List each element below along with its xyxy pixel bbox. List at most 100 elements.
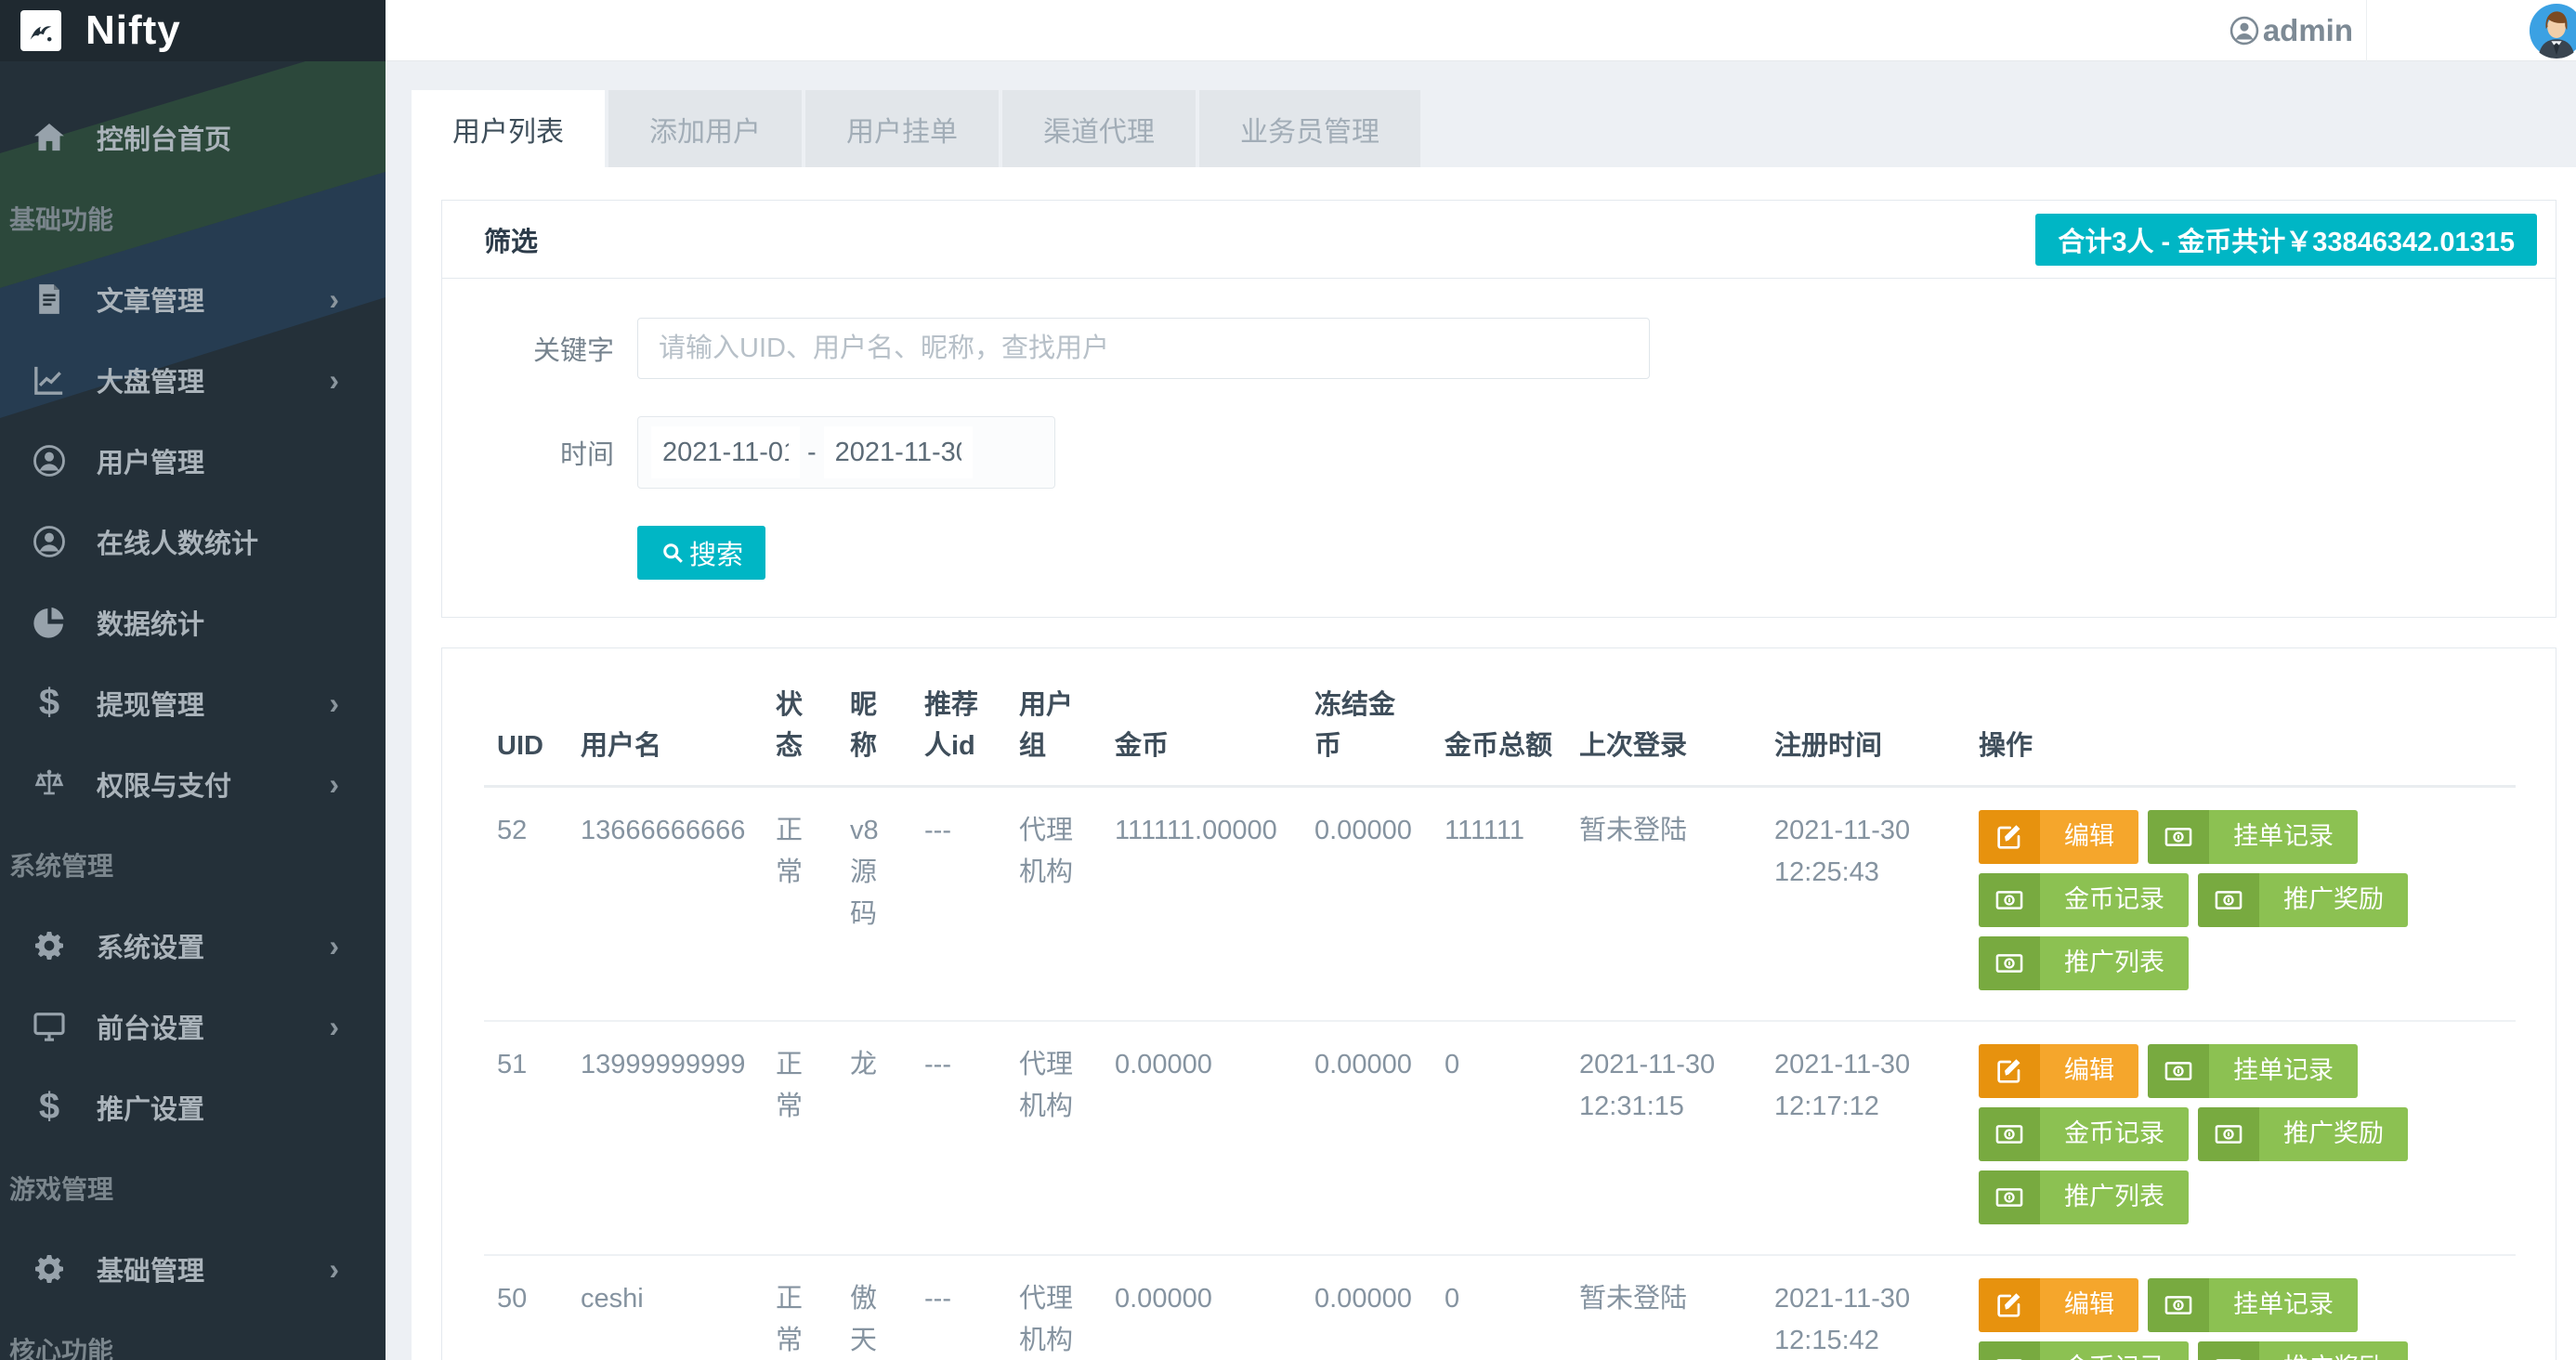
order-record-button[interactable]: 挂单记录	[2148, 810, 2358, 864]
cell-group: 代理机构	[1006, 1021, 1102, 1255]
cell-frozen-coins: 0.00000	[1301, 1021, 1432, 1255]
cell-coins: 0.00000	[1102, 1021, 1301, 1255]
cell-total-coins: 0	[1432, 1255, 1566, 1360]
cell-uid: 51	[484, 1021, 568, 1255]
money-icon	[1979, 1170, 2040, 1224]
order-record-button[interactable]: 挂单记录	[2148, 1278, 2358, 1332]
cell-uid: 52	[484, 787, 568, 1022]
money-icon	[2148, 1044, 2209, 1098]
sidebar-item[interactable]: 基础管理›	[0, 1228, 386, 1309]
keyword-input[interactable]	[637, 318, 1650, 379]
avatar[interactable]	[2529, 3, 2576, 59]
user-circle-icon	[2228, 14, 2261, 47]
promo-reward-button[interactable]: 推广奖励	[2198, 1341, 2408, 1360]
sidebar-item[interactable]: 大盘管理›	[0, 339, 386, 420]
money-icon	[1979, 1341, 2040, 1360]
sidebar-item[interactable]: 前台设置 ›	[0, 986, 386, 1066]
sidebar-item[interactable]: $推广设置	[0, 1066, 386, 1147]
table-row: 5113999999999正常龙---代理机构0.000000.00000020…	[484, 1021, 2516, 1255]
search-row: 搜索	[484, 526, 2514, 580]
cell-referrer-id: ---	[911, 1255, 1006, 1360]
date-from-input[interactable]	[651, 426, 800, 478]
action-button-label: 推广奖励	[2259, 873, 2408, 927]
edit-button[interactable]: 编辑	[1979, 1044, 2138, 1098]
cell-nickname: 傲天	[837, 1255, 911, 1360]
sidebar-item[interactable]: 在线人数统计	[0, 501, 386, 582]
sidebar-item-label: 控制台首页	[97, 118, 231, 157]
sidebar-item-label: 前台设置	[97, 1007, 204, 1046]
search-button[interactable]: 搜索	[637, 526, 765, 580]
table-header-row: UID用户名状态昵称推荐人id用户组金币冻结金币金币总额上次登录注册时间操作	[484, 648, 2516, 787]
tab-bar: 用户列表添加用户用户挂单渠道代理业务员管理	[412, 90, 1424, 167]
sidebar-menu: 控制台首页基础功能文章管理›大盘管理›用户管理在线人数统计数据统计$提现管理›权…	[0, 61, 386, 1360]
action-button-label: 编辑	[2040, 810, 2138, 864]
cell-referrer-id: ---	[911, 787, 1006, 1022]
sidebar-section-label: 游戏管理	[0, 1147, 386, 1228]
promo-reward-button[interactable]: 推广奖励	[2198, 873, 2408, 927]
tab[interactable]: 用户列表	[412, 90, 605, 167]
cell-status: 正常	[763, 1255, 837, 1360]
order-record-button[interactable]: 挂单记录	[2148, 1044, 2358, 1098]
edit-button[interactable]: 编辑	[1979, 810, 2138, 864]
sidebar-item[interactable]: 系统设置›	[0, 905, 386, 986]
cell-register-time: 2021-11-30 12:25:43	[1761, 787, 1966, 1022]
tab[interactable]: 添加用户	[608, 90, 802, 167]
sidebar-item[interactable]: $提现管理›	[0, 662, 386, 743]
action-button-label: 编辑	[2040, 1044, 2138, 1098]
action-button-label: 编辑	[2040, 1278, 2138, 1332]
sidebar-item[interactable]: 数据统计	[0, 582, 386, 662]
coin-record-button[interactable]: 金币记录	[1979, 1341, 2189, 1360]
user-menu[interactable]: admin	[2228, 0, 2353, 61]
brand-title: Nifty	[85, 7, 181, 54]
brand[interactable]: Nifty	[0, 0, 386, 61]
date-separator: -	[807, 438, 817, 468]
tab[interactable]: 用户挂单	[805, 90, 999, 167]
tab[interactable]: 渠道代理	[1002, 90, 1196, 167]
chevron-right-icon: ›	[329, 931, 339, 961]
action-button-label: 推广列表	[2040, 936, 2189, 990]
chevron-right-icon: ›	[329, 688, 339, 718]
edit-button[interactable]: 编辑	[1979, 1278, 2138, 1332]
chevron-right-icon: ›	[329, 365, 339, 395]
sidebar-item[interactable]: 控制台首页	[0, 97, 386, 177]
coin-record-button[interactable]: 金币记录	[1979, 873, 2189, 927]
keyword-label: 关键字	[484, 329, 614, 368]
date-to-input[interactable]	[824, 426, 973, 478]
money-icon	[2198, 1107, 2259, 1161]
gear-icon	[28, 924, 71, 967]
promo-list-button[interactable]: 推广列表	[1979, 1170, 2189, 1224]
column-header: 金币	[1102, 648, 1301, 787]
column-header: 用户名	[568, 648, 763, 787]
tab[interactable]: 业务员管理	[1199, 90, 1420, 167]
dollar-icon: $	[28, 682, 71, 725]
promo-reward-button[interactable]: 推广奖励	[2198, 1107, 2408, 1161]
chevron-right-icon: ›	[329, 1012, 339, 1041]
brand-logo-icon	[20, 10, 61, 51]
chevron-right-icon: ›	[329, 1254, 339, 1284]
chart-icon	[28, 359, 71, 401]
cell-actions: 编辑挂单记录金币记录推广奖励推广列表	[1966, 1255, 2516, 1360]
edit-icon	[1979, 810, 2040, 864]
date-range-picker[interactable]: -	[637, 416, 1055, 489]
cell-actions: 编辑 挂单记录金币记录推广奖励推广列表	[1966, 1021, 2516, 1255]
cell-total-coins: 111111	[1432, 787, 1566, 1022]
sidebar-item-label: 权限与支付	[97, 765, 231, 804]
coin-record-button[interactable]: 金币记录	[1979, 1107, 2189, 1161]
cell-group: 代理机构	[1006, 787, 1102, 1022]
cell-register-time: 2021-11-30 12:17:12	[1761, 1021, 1966, 1255]
sidebar-item[interactable]: 用户管理	[0, 420, 386, 501]
sidebar-section-label: 系统管理	[0, 824, 386, 905]
promo-list-button[interactable]: 推广列表	[1979, 936, 2189, 990]
sidebar-item-label: 用户管理	[97, 441, 204, 480]
user-table-body: UID用户名状态昵称推荐人id用户组金币冻结金币金币总额上次登录注册时间操作52…	[442, 648, 2556, 1360]
sidebar-item-label: 文章管理	[97, 280, 204, 319]
sidebar-section-label: 核心功能	[0, 1309, 386, 1360]
action-button-label: 挂单记录	[2209, 1044, 2358, 1098]
sidebar-item[interactable]: 权限与支付›	[0, 743, 386, 824]
topbar-divider	[2366, 0, 2367, 61]
sidebar-item[interactable]: 文章管理›	[0, 258, 386, 339]
cell-username: 13666666666	[568, 787, 763, 1022]
sidebar-item-label: 在线人数统计	[97, 522, 258, 561]
cell-username: 13999999999	[568, 1021, 763, 1255]
search-icon	[660, 540, 686, 566]
